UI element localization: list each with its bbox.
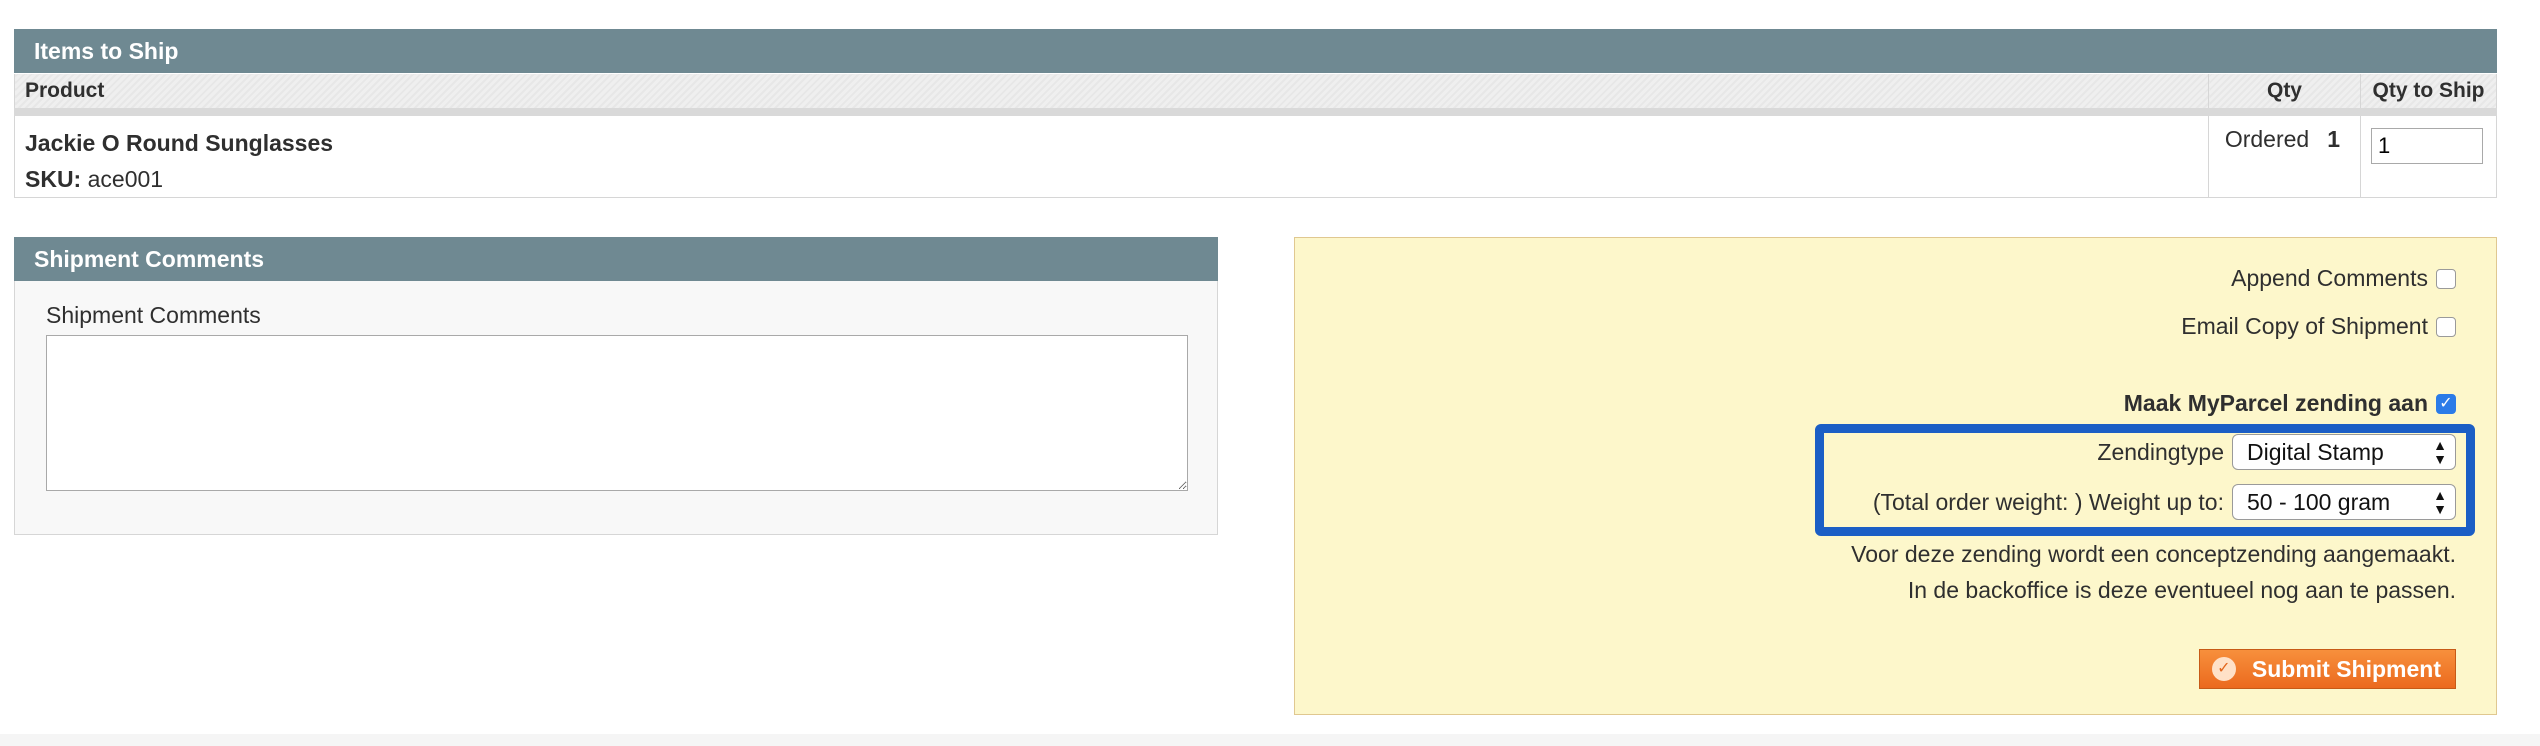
- zendingtype-label: Zendingtype: [2097, 438, 2224, 465]
- submit-shipment-label: Submit Shipment: [2251, 655, 2441, 682]
- items-table-header-row: Product Qty Qty to Ship: [14, 73, 2497, 116]
- items-section-title: Items to Ship: [14, 29, 2497, 73]
- checkmark-icon: ✓: [2439, 394, 2453, 412]
- column-header-qty-to-ship: Qty to Ship: [2360, 73, 2497, 116]
- sku-label: SKU:: [25, 165, 82, 192]
- zendingtype-select[interactable]: Digital Stamp ▲ ▼: [2232, 434, 2456, 470]
- email-copy-checkbox[interactable]: [2436, 316, 2456, 337]
- ordered-qty: 1: [2327, 125, 2340, 152]
- comments-section-title: Shipment Comments: [14, 237, 1218, 281]
- arrow-down-icon: ▼: [2433, 501, 2447, 517]
- shipment-page: Items to Ship Product Qty Qty to Ship Ja…: [0, 0, 2540, 746]
- qty-cell: Ordered 1: [2208, 111, 2361, 197]
- submit-shipment-button[interactable]: ✓ Submit Shipment: [2198, 649, 2456, 689]
- concept-note-line2: In de backoffice is deze eventueel nog a…: [1907, 577, 2456, 603]
- weight-value: 50 - 100 gram: [2247, 489, 2391, 515]
- zendingtype-row: Zendingtype Digital Stamp ▲ ▼: [2097, 434, 2456, 470]
- qty-to-ship-cell: [2360, 111, 2497, 197]
- comments-label: Shipment Comments: [46, 302, 261, 328]
- column-header-product: Product: [14, 73, 2209, 116]
- check-circle-icon: ✓: [2211, 657, 2236, 681]
- product-cell: Jackie O Round Sunglasses SKU: ace001: [15, 112, 2209, 198]
- footer-strip: [0, 734, 2540, 746]
- myparcel-label: Maak MyParcel zending aan: [2123, 390, 2428, 416]
- arrow-up-icon: ▲: [2433, 437, 2447, 453]
- items-table: Product Qty Qty to Ship Jackie O Round S…: [14, 73, 2497, 198]
- comments-body: Shipment Comments: [14, 281, 1218, 535]
- select-arrows-icon: ▲ ▼: [2433, 438, 2447, 466]
- ordered-label: Ordered: [2224, 125, 2310, 152]
- select-arrows-icon: ▲ ▼: [2433, 488, 2447, 516]
- append-comments-label: Append Comments: [2231, 265, 2428, 291]
- append-comments-row: Append Comments: [2231, 265, 2456, 292]
- weight-label: (Total order weight: ) Weight up to:: [1872, 488, 2224, 515]
- zendingtype-value: Digital Stamp: [2247, 439, 2384, 465]
- items-to-ship-section: Items to Ship Product Qty Qty to Ship Ja…: [14, 29, 2497, 198]
- sku-value: ace001: [87, 165, 164, 192]
- product-sku: SKU: ace001: [25, 162, 2207, 196]
- arrow-down-icon: ▼: [2433, 451, 2447, 467]
- product-name: Jackie O Round Sunglasses: [25, 129, 334, 156]
- email-copy-label: Email Copy of Shipment: [2181, 313, 2428, 339]
- concept-note: Voor deze zending wordt een conceptzendi…: [1851, 536, 2456, 608]
- myparcel-checkbox[interactable]: ✓: [2436, 393, 2456, 414]
- weight-row: (Total order weight: ) Weight up to: 50 …: [1873, 484, 2456, 520]
- append-comments-checkbox[interactable]: [2436, 268, 2456, 289]
- email-copy-row: Email Copy of Shipment: [2181, 313, 2456, 340]
- table-row: Jackie O Round Sunglasses SKU: ace001 Or…: [15, 111, 2497, 198]
- shipment-comments-section: Shipment Comments Shipment Comments: [14, 237, 1218, 535]
- weight-select[interactable]: 50 - 100 gram ▲ ▼: [2232, 484, 2456, 520]
- shipment-options-box: Append Comments Email Copy of Shipment M…: [1294, 237, 2497, 715]
- column-header-qty: Qty: [2208, 73, 2361, 116]
- qty-to-ship-input[interactable]: [2371, 127, 2483, 164]
- shipment-comments-textarea[interactable]: [46, 335, 1188, 491]
- concept-note-line1: Voor deze zending wordt een conceptzendi…: [1851, 541, 2456, 567]
- arrow-up-icon: ▲: [2433, 487, 2447, 503]
- myparcel-row: Maak MyParcel zending aan ✓: [2124, 390, 2456, 417]
